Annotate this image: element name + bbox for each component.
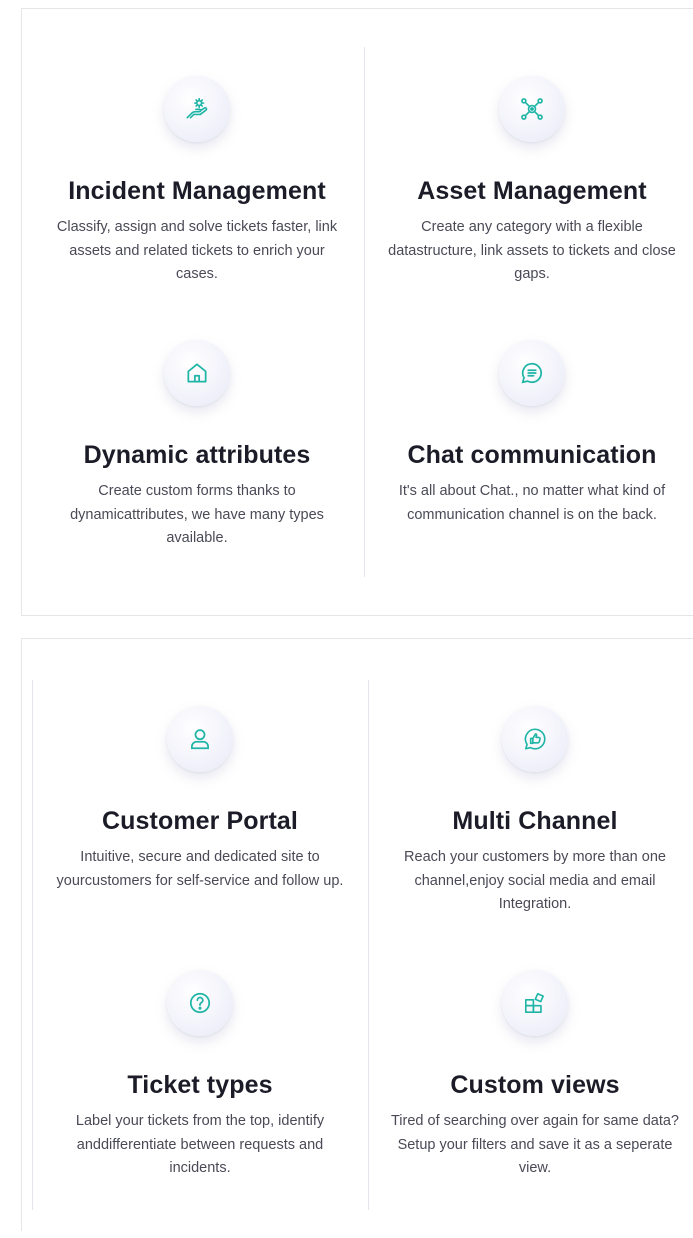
chat-bubble-icon	[521, 362, 543, 384]
column-divider	[364, 47, 365, 577]
feature-title: Custom views	[450, 1071, 620, 1099]
feature-title: Asset Management	[417, 177, 647, 205]
left-edge-line	[32, 680, 33, 1210]
column-divider	[368, 680, 369, 1210]
home-icon	[187, 363, 207, 383]
feature-multi-channel: Multi Channel Reach your customers by mo…	[375, 706, 693, 917]
question-circle-icon	[189, 992, 211, 1014]
feature-title: Incident Management	[68, 177, 326, 205]
feature-dynamic-attributes: Dynamic attributes Create custom forms t…	[37, 340, 357, 551]
feature-chat-communication: Chat communication It's all about Chat.,…	[372, 340, 692, 527]
feature-incident-management: Incident Management Classify, assign and…	[37, 76, 357, 287]
feature-description: Create custom forms thanks to dynamicatt…	[70, 483, 324, 546]
feature-description: It's all about Chat., no matter what kin…	[398, 483, 666, 523]
hand-gear-icon	[186, 97, 208, 119]
feature-title: Chat communication	[407, 441, 657, 469]
feature-description: Label your tickets from the top, identif…	[75, 1113, 325, 1176]
user-icon	[191, 729, 209, 750]
feature-description: Intuitive, secure and dedicated site to …	[56, 849, 344, 889]
feature-customer-portal: Customer Portal Intuitive, secure and de…	[40, 706, 360, 893]
feature-title: Multi Channel	[452, 807, 618, 835]
feature-description: Reach your customers by more than one ch…	[404, 849, 666, 912]
feature-description: Classify, assign and solve tickets faste…	[56, 219, 338, 282]
feature-title: Customer Portal	[102, 807, 298, 835]
feature-ticket-types: Ticket types Label your tickets from the…	[40, 970, 360, 1181]
feature-description: Tired of searching over again for same d…	[390, 1113, 679, 1176]
feature-title: Ticket types	[127, 1071, 273, 1099]
feature-custom-views: Custom views Tired of searching over aga…	[375, 970, 693, 1181]
feature-title: Dynamic attributes	[83, 441, 311, 469]
thumbs-up-chat-icon	[524, 728, 546, 750]
grid-shapes-icon	[524, 992, 544, 1014]
feature-asset-management: Asset Management Create any category wit…	[372, 76, 692, 287]
network-nodes-icon	[521, 98, 543, 120]
feature-description: Create any category with a flexible data…	[388, 219, 676, 282]
